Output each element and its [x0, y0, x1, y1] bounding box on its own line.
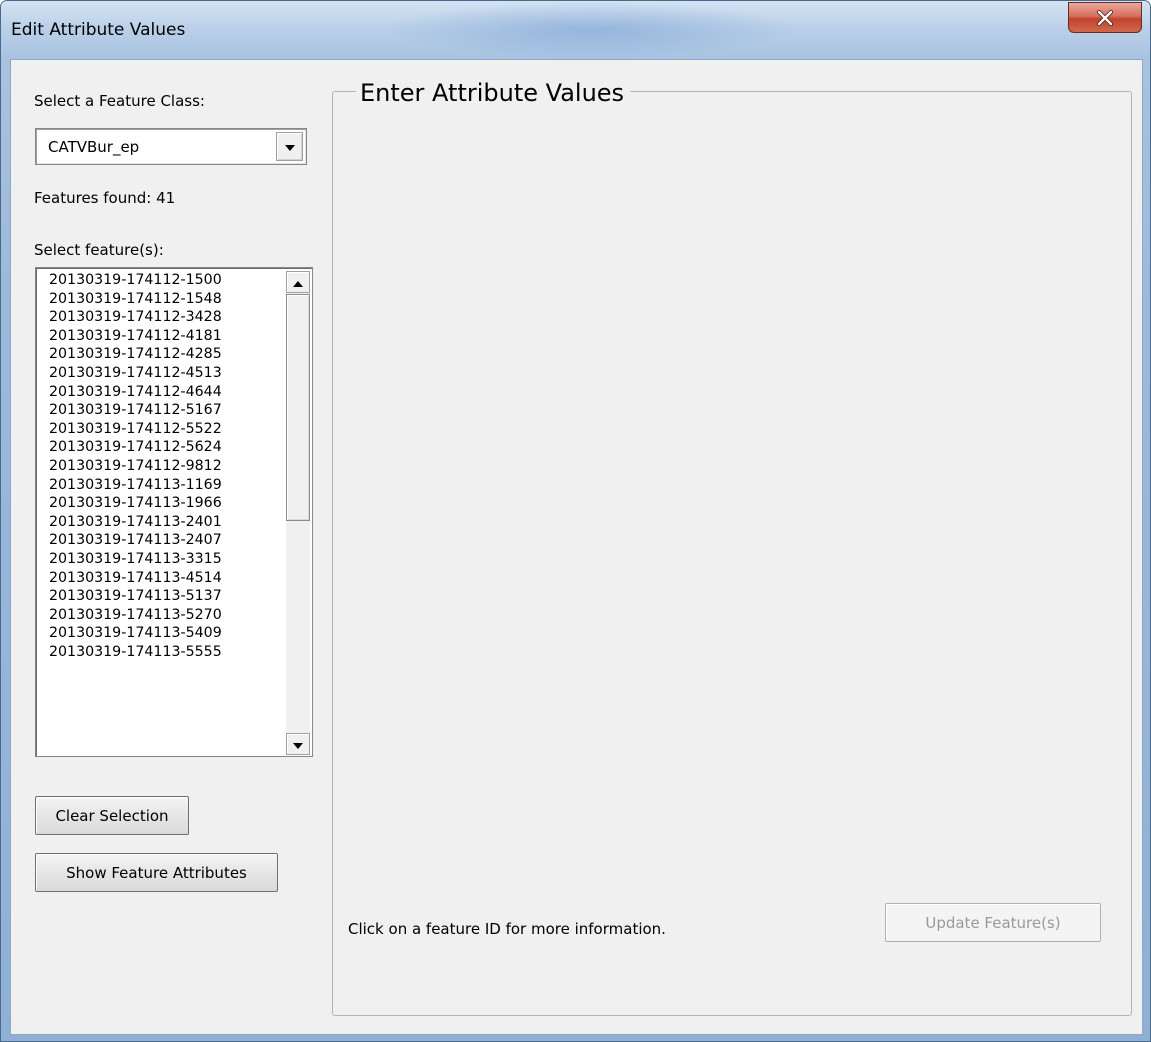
- window-title: Edit Attribute Values: [11, 20, 186, 40]
- list-item[interactable]: 20130319-174112-9812: [49, 457, 279, 476]
- list-item[interactable]: 20130319-174112-4644: [49, 383, 279, 402]
- feature-listbox[interactable]: 20130319-174112-1500 20130319-174112-1548…: [35, 267, 313, 757]
- list-item[interactable]: 20130319-174112-5624: [49, 438, 279, 457]
- list-item[interactable]: 20130319-174113-5409: [49, 624, 279, 643]
- close-icon: [1096, 9, 1114, 26]
- close-button[interactable]: [1068, 2, 1142, 33]
- scroll-up-button[interactable]: [286, 271, 310, 293]
- group-title: Enter Attribute Values: [356, 79, 631, 107]
- feature-class-value: CATVBur_ep: [48, 138, 140, 156]
- feature-class-label: Select a Feature Class:: [34, 92, 205, 110]
- title-bar[interactable]: Edit Attribute Values: [1, 1, 1150, 59]
- list-item[interactable]: 20130319-174112-4285: [49, 345, 279, 364]
- list-item[interactable]: 20130319-174112-1500: [49, 271, 279, 290]
- list-item[interactable]: 20130319-174113-5555: [49, 643, 279, 662]
- list-item[interactable]: 20130319-174113-1169: [49, 476, 279, 495]
- list-item[interactable]: 20130319-174113-3315: [49, 550, 279, 569]
- update-features-button[interactable]: Update Feature(s): [885, 903, 1101, 942]
- feature-list: 20130319-174112-1500 20130319-174112-1548…: [49, 271, 279, 661]
- list-item[interactable]: 20130319-174113-2401: [49, 513, 279, 532]
- listbox-scrollbar[interactable]: [286, 271, 310, 755]
- features-found-count: Features found: 41: [34, 189, 176, 207]
- triangle-down-icon: [284, 137, 296, 156]
- list-item[interactable]: 20130319-174112-4181: [49, 327, 279, 346]
- list-item[interactable]: 20130319-174113-4514: [49, 569, 279, 588]
- list-item[interactable]: 20130319-174112-5522: [49, 420, 279, 439]
- dialog-window: Edit Attribute Values Select a Feature C…: [0, 0, 1151, 1042]
- list-item[interactable]: 20130319-174112-1548: [49, 290, 279, 309]
- title-bar-glow: [381, 1, 801, 59]
- scroll-down-button[interactable]: [286, 733, 310, 755]
- select-features-label: Select feature(s):: [34, 241, 164, 259]
- list-item[interactable]: 20130319-174112-3428: [49, 308, 279, 327]
- list-item[interactable]: 20130319-174112-4513: [49, 364, 279, 383]
- list-item[interactable]: 20130319-174113-1966: [49, 494, 279, 513]
- show-feature-attributes-button[interactable]: Show Feature Attributes: [35, 853, 278, 892]
- feature-class-dropdown[interactable]: CATVBur_ep: [35, 128, 307, 165]
- enter-attribute-values-group: [332, 91, 1132, 1016]
- dropdown-button[interactable]: [276, 132, 303, 161]
- info-hint-text: Click on a feature ID for more informati…: [348, 920, 666, 938]
- list-item[interactable]: 20130319-174112-5167: [49, 401, 279, 420]
- dialog-client-area: Select a Feature Class: CATVBur_ep Featu…: [10, 59, 1143, 1035]
- list-item[interactable]: 20130319-174113-2407: [49, 531, 279, 550]
- list-item[interactable]: 20130319-174113-5137: [49, 587, 279, 606]
- triangle-up-icon: [292, 273, 304, 292]
- clear-selection-button[interactable]: Clear Selection: [35, 796, 189, 835]
- triangle-down-icon: [292, 735, 304, 754]
- list-item[interactable]: 20130319-174113-5270: [49, 606, 279, 625]
- scroll-thumb[interactable]: [286, 294, 310, 521]
